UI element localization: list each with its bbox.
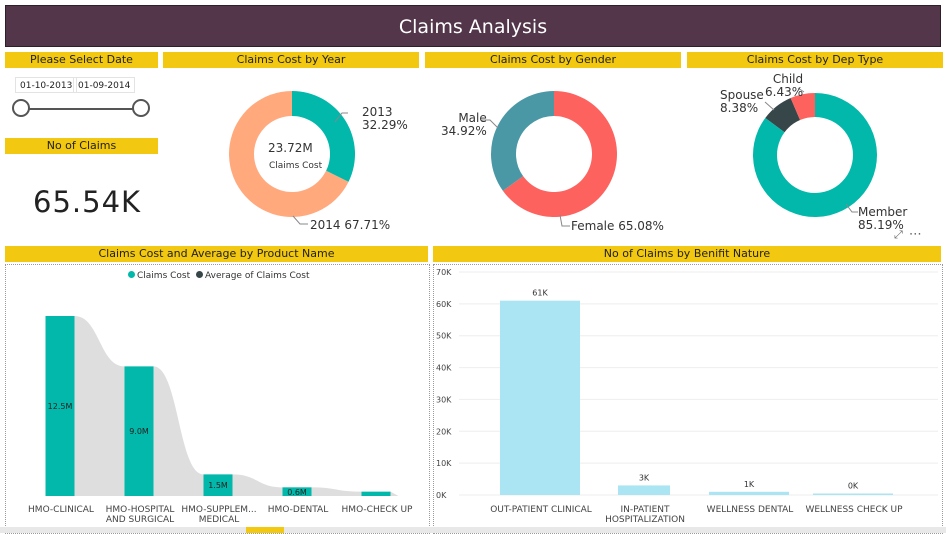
average-claims-cost-area xyxy=(45,316,399,496)
benefit-xtick-wellness-dental: WELLNESS DENTAL xyxy=(706,505,794,515)
benefit-bar-label: 3K xyxy=(639,473,650,482)
benefit-xtick-wellness-checkup: WELLNESS CHECK UP xyxy=(805,505,903,515)
product-bar-label: 12.5M xyxy=(48,402,73,411)
benefit-bar[interactable] xyxy=(813,493,893,496)
product-chart-header: Claims Cost and Average by Product Name xyxy=(5,246,428,262)
benefit-bar-label: 1K xyxy=(744,480,755,489)
year-2013-label: 2013 32.29% xyxy=(362,105,408,132)
gender-leader-lines xyxy=(482,119,570,227)
start-date-input[interactable]: 01-10-2013 xyxy=(15,77,78,93)
kpi-header: No of Claims xyxy=(5,138,158,154)
more-options-icon[interactable]: ⋯ xyxy=(909,227,922,242)
page-tab-strip xyxy=(0,527,946,533)
benefit-bar[interactable] xyxy=(500,300,580,495)
benefit-xtick-outpatient: OUT-PATIENT CLINICAL xyxy=(490,505,592,515)
visual-header-icons: ⤢ ⋯ xyxy=(894,227,928,242)
product-xtick-hospital: HMO-HOSPITAL AND SURGICAL xyxy=(105,505,175,525)
product-xtick-supplem: HMO-SUPPLEM... MEDICAL xyxy=(181,505,257,525)
date-slicer-header: Please Select Date xyxy=(5,52,158,68)
legend-average-icon xyxy=(196,271,204,278)
slider-start-handle[interactable] xyxy=(12,99,30,117)
gender-female-label: Female 65.08% xyxy=(571,219,664,233)
gender-male-label: Male 34.92% xyxy=(441,111,487,138)
year-chart-header: Claims Cost by Year xyxy=(163,52,419,68)
kpi-value: 65.54K xyxy=(33,185,142,219)
benefit-ytick: 60K xyxy=(436,300,452,309)
end-date-input[interactable]: 01-09-2014 xyxy=(73,77,136,93)
report-title: Claims Analysis xyxy=(5,5,941,47)
benefit-ytick: 0K xyxy=(436,491,447,500)
legend-claims-cost: Claims Cost xyxy=(137,271,191,281)
product-bar-label: 1.5M xyxy=(208,481,228,490)
dep-child-label: Child 6.43% xyxy=(765,72,804,99)
product-chart-legend[interactable]: Claims Cost Average of Claims Cost xyxy=(128,271,310,281)
benefit-chart-header: No of Claims by Benifit Nature xyxy=(433,246,941,262)
year-2014-label: 2014 67.71% xyxy=(310,218,391,232)
expand-icon[interactable]: ⤢ xyxy=(894,228,903,241)
gender-chart-header: Claims Cost by Gender xyxy=(425,52,681,68)
product-xtick-dental: HMO-DENTAL xyxy=(267,505,329,515)
product-bar-label: 9.0M xyxy=(129,427,149,436)
legend-claims-cost-icon xyxy=(128,271,135,278)
product-chart-plot[interactable]: 12.5M 9.0M 1.5M 0.6M xyxy=(5,290,428,500)
benefit-bar[interactable] xyxy=(618,485,670,495)
benefit-bar-label: 0K xyxy=(848,482,859,491)
benefit-ytick: 70K xyxy=(436,268,452,277)
slider-track xyxy=(21,108,143,110)
dep-chart-header: Claims Cost by Dep Type xyxy=(687,52,943,68)
date-range-slider[interactable] xyxy=(12,98,154,120)
product-bar-label: 0.6M xyxy=(287,488,307,497)
benefit-ytick: 20K xyxy=(436,427,452,436)
slider-end-handle[interactable] xyxy=(132,99,150,117)
benefit-ytick: 50K xyxy=(436,332,452,341)
benefit-xtick-inpatient: IN-PATIENT HOSPITALIZATION xyxy=(605,505,685,525)
benefit-bar-label: 61K xyxy=(532,289,548,298)
product-xtick-checkup: HMO-CHECK UP xyxy=(341,505,413,515)
benefit-ytick: 40K xyxy=(436,364,452,373)
benefit-chart-plot[interactable]: 0K 10K 20K 30K 40K 50K 60K 70K 61K 3K 1K 0K xyxy=(433,262,941,507)
product-bar[interactable] xyxy=(361,491,391,496)
product-xtick-clinical: HMO-CLINICAL xyxy=(28,505,94,515)
legend-average: Average of Claims Cost xyxy=(205,271,310,281)
active-page-tab[interactable] xyxy=(246,527,284,533)
benefit-bar[interactable] xyxy=(709,491,789,495)
benefit-ytick: 10K xyxy=(436,459,452,468)
dep-spouse-label: Spouse 8.38% xyxy=(720,88,764,115)
benefit-ytick: 30K xyxy=(436,395,452,404)
